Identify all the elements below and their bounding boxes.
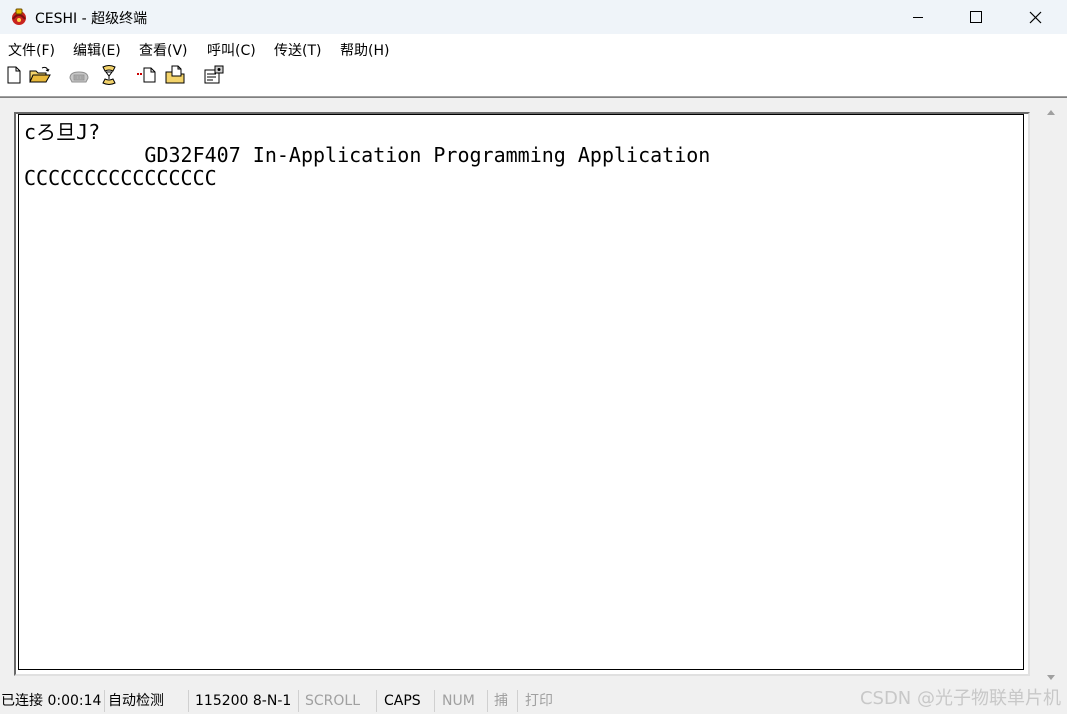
- toolbar: [0, 60, 1067, 97]
- scroll-down-button[interactable]: [1040, 666, 1062, 686]
- scroll-up-button[interactable]: [1040, 100, 1062, 120]
- menu-transfer[interactable]: 传送(T): [274, 40, 321, 60]
- call-phone-icon: [68, 66, 90, 88]
- terminal-line: cろ旦J?: [24, 120, 101, 144]
- status-print: 打印: [517, 690, 567, 712]
- menu-file[interactable]: 文件(F): [8, 40, 55, 60]
- call-button[interactable]: [68, 66, 90, 88]
- menu-bar: 文件(F) 编辑(E) 查看(V) 呼叫(C) 传送(T) 帮助(H): [0, 34, 1067, 60]
- status-caps: CAPS: [376, 690, 434, 712]
- disconnect-button[interactable]: [98, 64, 120, 90]
- menu-view[interactable]: 查看(V): [139, 40, 188, 60]
- title-bar: CESHI - 超级终端: [0, 0, 1067, 34]
- watermark: CSDN @光子物联单片机: [859, 688, 1061, 709]
- vertical-scrollbar[interactable]: [1040, 100, 1062, 685]
- toolbar-separator: [193, 64, 195, 90]
- scroll-down-arrow-icon: [1046, 667, 1056, 686]
- status-bar: 已连接 0:00:14 自动检测 115200 8-N-1 SCROLL CAP…: [0, 687, 1067, 714]
- maximize-button[interactable]: [947, 0, 1005, 34]
- maximize-icon: [970, 11, 982, 23]
- status-num: NUM: [434, 690, 487, 712]
- disconnect-icon: [99, 64, 119, 90]
- status-connection: 已连接 0:00:14: [1, 693, 102, 709]
- receive-file-icon: [165, 65, 187, 89]
- terminal-line: GD32F407 In-Application Programming Appl…: [24, 143, 711, 167]
- send-file-icon: [136, 66, 158, 88]
- status-port-settings: 115200 8-N-1: [188, 690, 298, 712]
- client-area: cろ旦J? GD32F407 In-Application Programmin…: [0, 97, 1067, 688]
- menu-call[interactable]: 呼叫(C): [207, 40, 256, 60]
- window-title: CESHI - 超级终端: [35, 11, 148, 27]
- send-button[interactable]: [136, 66, 158, 88]
- status-auto-detect: 自动检测: [104, 690, 188, 712]
- properties-icon: [203, 65, 225, 89]
- properties-button[interactable]: [203, 65, 225, 89]
- status-capture: 捕: [487, 690, 517, 712]
- menu-help[interactable]: 帮助(H): [340, 40, 389, 60]
- hyperterminal-app-icon[interactable]: [9, 7, 29, 27]
- terminal-frame: cろ旦J? GD32F407 In-Application Programmin…: [14, 112, 1030, 676]
- minimize-button[interactable]: [889, 0, 947, 34]
- status-scroll: SCROLL: [298, 690, 376, 712]
- open-folder-icon: [29, 66, 51, 88]
- toolbar-separator: [126, 64, 128, 90]
- close-button[interactable]: [1006, 0, 1064, 34]
- new-document-icon: [6, 66, 22, 88]
- minimize-icon: [912, 11, 924, 23]
- hyperterminal-window: CESHI - 超级终端 文件(F) 编辑(E) 查看(V) 呼叫(C) 传送(…: [0, 0, 1067, 714]
- receive-button[interactable]: [165, 65, 187, 89]
- toolbar-separator: [56, 64, 58, 90]
- menu-edit[interactable]: 编辑(E): [73, 40, 121, 60]
- scroll-up-arrow-icon: [1046, 101, 1056, 120]
- open-button[interactable]: [29, 66, 51, 88]
- terminal-screen[interactable]: cろ旦J? GD32F407 In-Application Programmin…: [18, 114, 1024, 670]
- new-connection-button[interactable]: [3, 66, 25, 88]
- close-icon: [1029, 11, 1042, 24]
- terminal-line: CCCCCCCCCCCCCCCC: [24, 166, 217, 190]
